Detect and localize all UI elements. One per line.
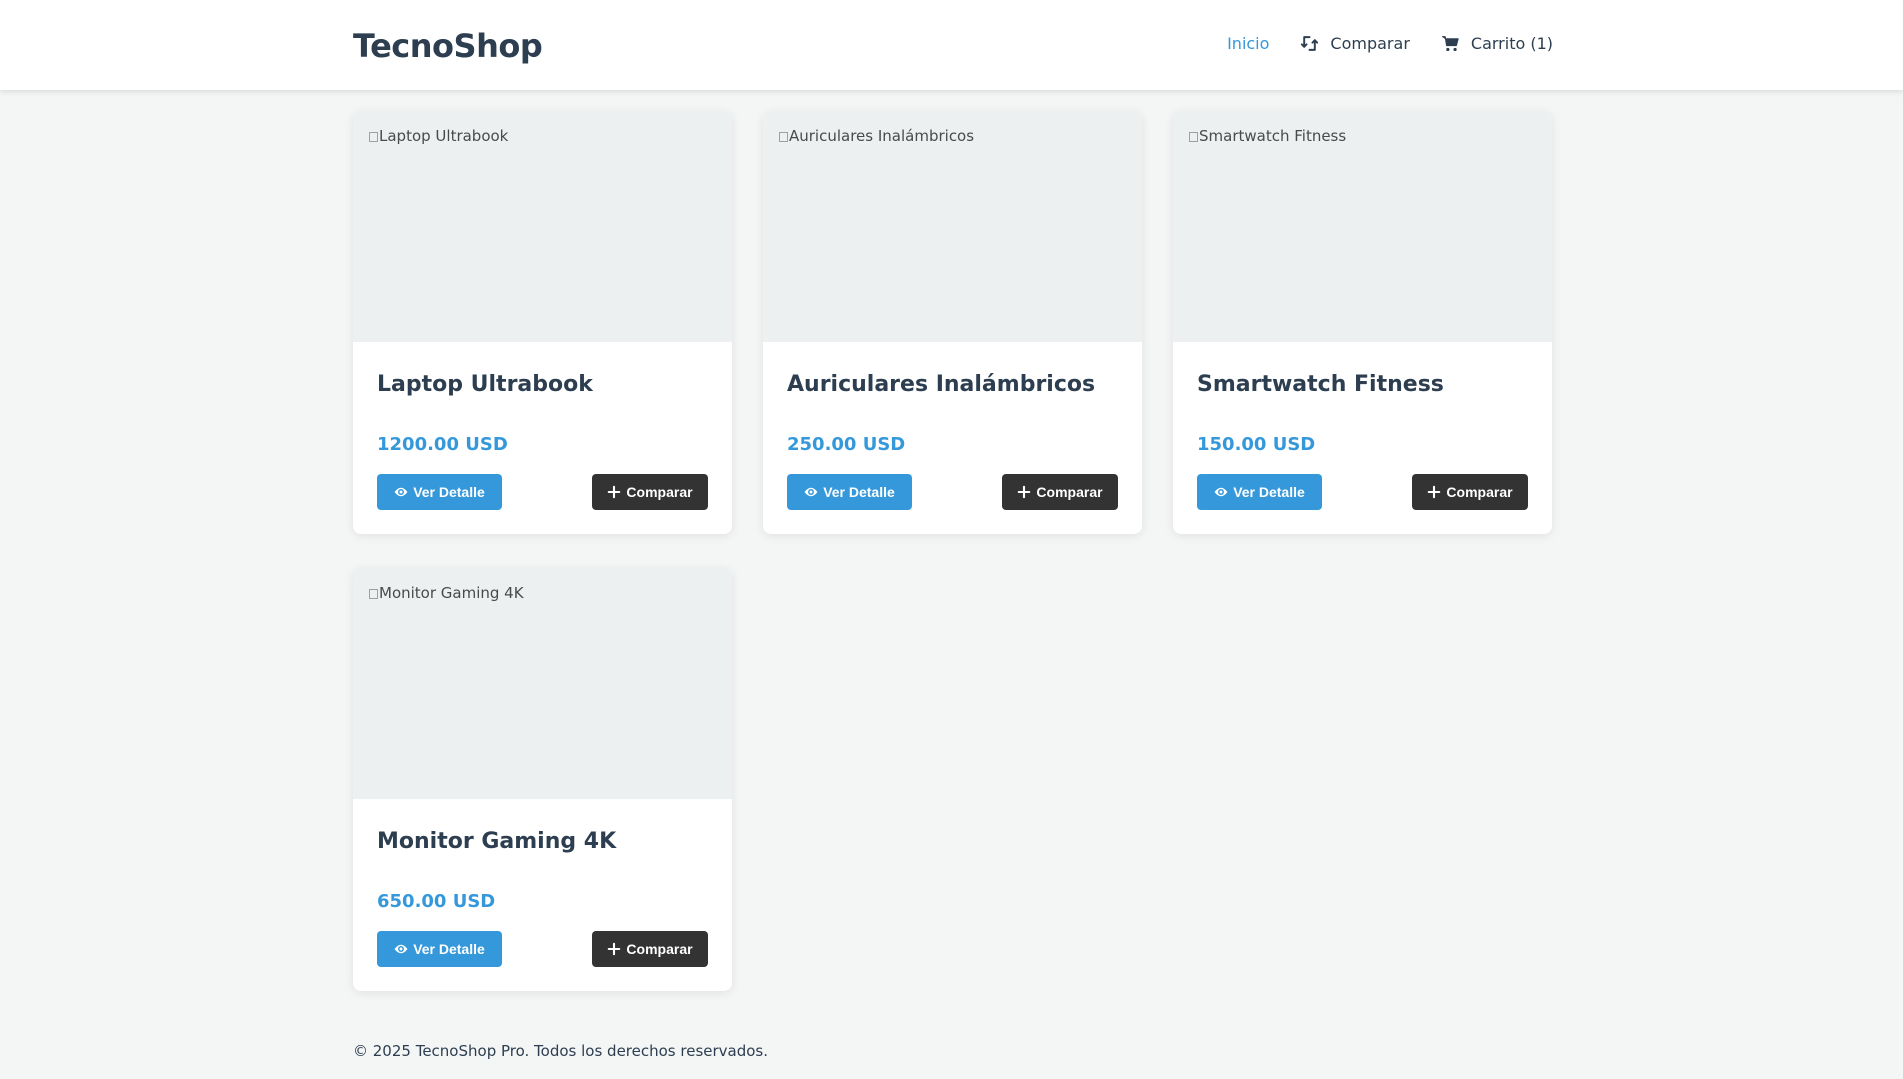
product-image: Auriculares Inalámbricos: [763, 111, 1142, 342]
nav-compare-link[interactable]: Comparar: [1301, 34, 1410, 53]
plus-icon: [608, 942, 621, 956]
eye-icon: [394, 487, 408, 497]
image-alt-text: Auriculares Inalámbricos: [779, 127, 974, 145]
product-image: Laptop Ultrabook: [353, 111, 732, 342]
eye-icon: [394, 944, 408, 954]
image-alt-label: Laptop Ultrabook: [379, 127, 509, 145]
nav-cart-link[interactable]: Carrito (1): [1441, 34, 1553, 53]
shopping-cart-icon: [1441, 36, 1459, 52]
product-name: Smartwatch Fitness: [1197, 372, 1444, 397]
add-compare-label: Comparar: [626, 941, 693, 957]
image-alt-text: Laptop Ultrabook: [369, 127, 508, 145]
image-alt-label: Smartwatch Fitness: [1199, 127, 1347, 145]
view-detail-label: Ver Detalle: [413, 941, 485, 957]
product-name: Monitor Gaming 4K: [377, 829, 617, 854]
site-logo[interactable]: TecnoShop: [353, 27, 543, 65]
product-card: Auriculares Inalámbricos Auriculares Ina…: [763, 111, 1142, 534]
product-name: Laptop Ultrabook: [377, 372, 593, 397]
footer-copyright: © 2025 TecnoShop Pro. Todos los derechos…: [353, 1042, 769, 1060]
add-compare-button[interactable]: Comparar: [592, 474, 708, 510]
compare-arrows-icon: [1301, 36, 1319, 51]
product-price: 1200.00 USD: [377, 434, 508, 455]
view-detail-label: Ver Detalle: [823, 484, 895, 500]
view-detail-label: Ver Detalle: [413, 484, 485, 500]
image-alt-label: Monitor Gaming 4K: [379, 584, 524, 602]
image-alt-text: Monitor Gaming 4K: [369, 584, 524, 602]
plus-icon: [1428, 485, 1441, 499]
product-name: Auriculares Inalámbricos: [787, 372, 1096, 397]
image-alt-text: Smartwatch Fitness: [1189, 127, 1346, 145]
product-image: Monitor Gaming 4K: [353, 568, 732, 799]
product-card: Smartwatch Fitness Smartwatch Fitness 15…: [1173, 111, 1552, 534]
plus-icon: [608, 485, 621, 499]
add-compare-button[interactable]: Comparar: [592, 931, 708, 967]
nav-home-label: Inicio: [1227, 34, 1270, 53]
eye-icon: [804, 487, 818, 497]
product-price: 650.00 USD: [377, 891, 496, 912]
nav-cart-label: Carrito (1): [1470, 34, 1553, 53]
view-detail-label: Ver Detalle: [1233, 484, 1305, 500]
view-detail-button[interactable]: Ver Detalle: [377, 474, 502, 510]
nav-home-link[interactable]: Inicio: [1227, 34, 1269, 53]
view-detail-button[interactable]: Ver Detalle: [787, 474, 912, 510]
eye-icon: [1214, 487, 1228, 497]
product-price: 250.00 USD: [787, 434, 906, 455]
top-navbar: TecnoShop Inicio Comparar Carrito (1): [0, 0, 1903, 90]
add-compare-label: Comparar: [626, 484, 693, 500]
plus-icon: [1018, 485, 1031, 499]
view-detail-button[interactable]: Ver Detalle: [377, 931, 502, 967]
nav-compare-label: Comparar: [1330, 34, 1410, 53]
product-card: Laptop Ultrabook Laptop Ultrabook 1200.0…: [353, 111, 732, 534]
product-price: 150.00 USD: [1197, 434, 1316, 455]
broken-image-icon: [369, 589, 378, 599]
add-compare-label: Comparar: [1036, 484, 1103, 500]
main-nav: Inicio Comparar Carrito (1): [1227, 34, 1553, 53]
add-compare-label: Comparar: [1446, 484, 1513, 500]
add-compare-button[interactable]: Comparar: [1002, 474, 1118, 510]
add-compare-button[interactable]: Comparar: [1412, 474, 1528, 510]
view-detail-button[interactable]: Ver Detalle: [1197, 474, 1322, 510]
broken-image-icon: [1189, 132, 1198, 142]
broken-image-icon: [779, 132, 788, 142]
image-alt-label: Auriculares Inalámbricos: [789, 127, 975, 145]
broken-image-icon: [369, 132, 378, 142]
product-card: Monitor Gaming 4K Monitor Gaming 4K 650.…: [353, 568, 732, 991]
product-image: Smartwatch Fitness: [1173, 111, 1552, 342]
